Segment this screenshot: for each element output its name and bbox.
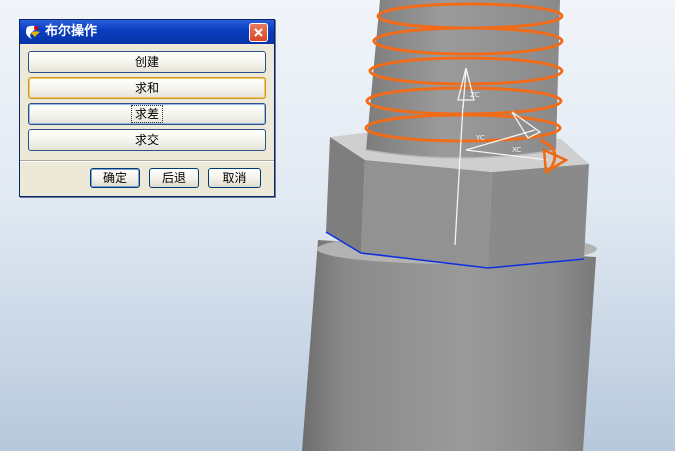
dialog-title: 布尔操作 xyxy=(45,24,98,39)
back-button[interactable]: 后退 xyxy=(149,168,199,188)
lower-cylinder[interactable] xyxy=(302,234,597,451)
close-button[interactable] xyxy=(249,23,268,42)
create-label: 创建 xyxy=(134,55,159,69)
subtract-button[interactable]: 求差 xyxy=(28,103,266,125)
triad-label-zc: ZC xyxy=(470,91,480,99)
intersect-label: 求交 xyxy=(134,133,159,147)
subtract-label: 求差 xyxy=(130,105,164,123)
nx-logo-icon xyxy=(26,25,40,39)
close-icon xyxy=(254,28,263,37)
triad-label-yc: YC xyxy=(475,134,485,142)
triad-label-xc: XC xyxy=(512,146,521,154)
divider xyxy=(20,160,274,162)
unite-label: 求和 xyxy=(134,81,159,95)
dialog-titlebar[interactable]: 布尔操作 xyxy=(20,20,274,44)
ok-button[interactable]: 确定 xyxy=(90,168,140,188)
boolean-dialog: 布尔操作 创建 求和 求差 求交 确定 后退 取消 xyxy=(19,19,275,197)
intersect-button[interactable]: 求交 xyxy=(28,129,266,151)
create-button[interactable]: 创建 xyxy=(28,51,266,73)
cancel-button[interactable]: 取消 xyxy=(208,168,261,188)
unite-button[interactable]: 求和 xyxy=(28,77,266,99)
